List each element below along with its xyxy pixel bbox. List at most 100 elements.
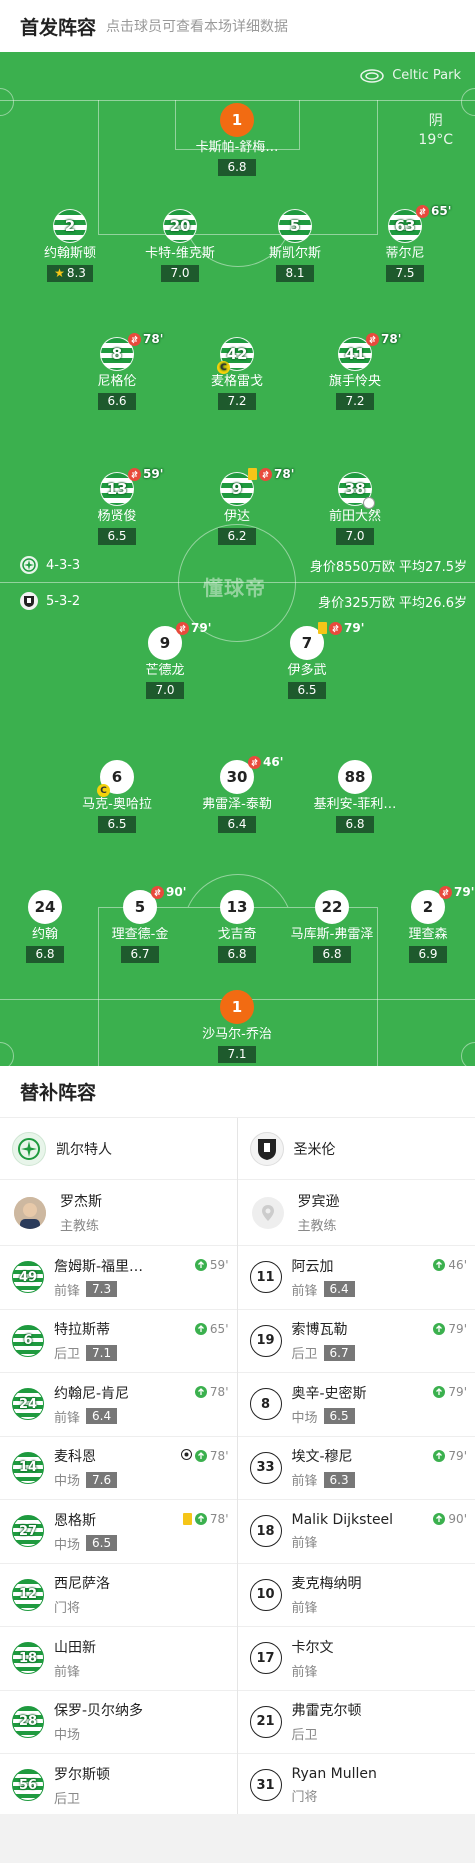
sub-player-rating: 6.4 <box>86 1408 118 1425</box>
sub-player-name: 山田新 <box>54 1639 96 1656</box>
coach-avatar-placeholder-icon <box>251 1196 284 1229</box>
sub-in-icon <box>194 1449 207 1462</box>
sub-player-name: 埃文-穆尼 <box>291 1449 353 1466</box>
rating-wrap: 6.8 <box>305 813 405 833</box>
sub-in-time: 78' <box>180 1448 229 1463</box>
jersey-icon: 13 59' <box>100 467 163 506</box>
sub-player-row[interactable]: 8 奥辛-史密斯 中场 6.5 79' <box>237 1373 475 1437</box>
player-marker[interactable]: 13 59' 杨贤俊 6.5 <box>67 467 167 545</box>
player-marker[interactable]: 2 约翰斯顿 ★ 8.3 <box>20 209 120 282</box>
player-name: 弗雷泽-泰勒 <box>202 797 272 812</box>
sub-player-rating: 7.1 <box>86 1344 118 1361</box>
sub-player-row[interactable]: 33 埃文-穆尼 前锋 6.3 79' <box>237 1437 475 1500</box>
player-marker[interactable]: 1 沙马尔-乔治 7.1 <box>187 990 287 1063</box>
sub-player-position: 前锋 <box>292 1532 394 1551</box>
player-marker[interactable]: 30 46' 弗雷泽-泰勒 6.4 <box>187 755 287 833</box>
jersey-number: 8 <box>111 345 123 363</box>
sub-in-time: 79' <box>433 1322 467 1336</box>
sub-player-row[interactable]: 10 麦克梅纳明 前锋 <box>237 1564 475 1627</box>
sub-player-row[interactable]: 18 Malik Dijksteel 前锋 90' <box>237 1500 475 1564</box>
sub-player-row[interactable]: 24 约翰尼-肯尼 前锋 6.4 78' <box>0 1373 237 1437</box>
position-label: 前锋 <box>291 1664 318 1680</box>
venue: Celtic Park <box>360 68 461 83</box>
player-marker[interactable]: 63 65' 蒂尔尼 7.5 <box>355 204 455 282</box>
away-team-line[interactable]: 圣米伦 <box>237 1118 475 1180</box>
jersey-number: 88 <box>344 768 366 786</box>
sub-player-row[interactable]: 14 麦科恩 中场 7.6 78' <box>0 1437 237 1500</box>
sub-player-row[interactable]: 12 西尼萨洛 门将 <box>0 1564 237 1627</box>
player-marker[interactable]: 88 基利安-菲利… 6.8 <box>305 760 405 833</box>
player-marker[interactable]: 5 90' 理查德-金 6.7 <box>90 885 190 963</box>
sub-player-info: 恩格斯 中场 6.5 <box>54 1510 118 1553</box>
jersey-number: 9 <box>159 634 171 652</box>
sub-time: 90' <box>166 885 187 899</box>
player-name: 斯凯尔斯 <box>268 246 321 261</box>
jersey-number: 30 <box>226 768 248 786</box>
player-marker[interactable]: 5 斯凯尔斯 8.1 <box>245 209 345 282</box>
sub-player-row[interactable]: 6 特拉斯蒂 后卫 7.1 65' <box>0 1310 237 1373</box>
player-marker[interactable]: 2 79' 理查森 6.9 <box>378 885 475 963</box>
page-subtitle: 点击球员可查看本场详细数据 <box>106 19 289 35</box>
sub-player-rating: 7.3 <box>86 1281 118 1298</box>
away-team-row[interactable]: 5-3-2 身价325万欧 平均26.6岁 <box>20 590 467 612</box>
player-marker[interactable]: 20 卡特-维克斯 7.0 <box>130 209 230 282</box>
rating-wrap: 7.5 <box>355 262 455 282</box>
sub-player-position: 中场 7.6 <box>54 1470 118 1489</box>
position-label: 后卫 <box>291 1347 318 1363</box>
player-marker[interactable]: 42 C 麦格雷戈 7.2 <box>187 337 287 410</box>
sub-player-row[interactable]: 28 保罗-贝尔纳多 中场 <box>0 1691 237 1754</box>
jersey-icon: 1 <box>220 103 254 137</box>
away-coach[interactable]: 罗宾逊 主教练 <box>237 1180 475 1246</box>
sub-in-minute: 79' <box>448 1448 467 1463</box>
sub-player-row[interactable]: 31 Ryan Mullen 门将 <box>237 1754 475 1818</box>
player-marker[interactable]: 9 79' 芒德龙 7.0 <box>115 621 215 699</box>
substitution-icon <box>128 467 141 481</box>
sub-in-minute: 59' <box>209 1258 229 1272</box>
sub-player-row[interactable]: 19 索博瓦勒 后卫 6.7 79' <box>237 1310 475 1373</box>
jersey-icon: 8 78' <box>100 332 163 371</box>
player-marker[interactable]: 6 C 马克-奥哈拉 6.5 <box>67 760 167 833</box>
sub-player-row[interactable]: 11 阿云加 前锋 6.4 46' <box>237 1246 475 1310</box>
player-marker[interactable]: 22 马库斯-弗雷泽 6.8 <box>282 890 382 963</box>
ball-icon <box>180 1448 192 1463</box>
rating-value: 8.3 <box>66 266 86 280</box>
sub-in-minute: 46' <box>448 1258 467 1272</box>
player-rating: 6.5 <box>288 682 326 699</box>
player-marker[interactable]: 13 戈吉奇 6.8 <box>187 890 287 963</box>
corner-arc <box>0 1042 14 1066</box>
away-coach-name: 罗宾逊 <box>297 1194 340 1210</box>
rating-wrap: 7.2 <box>187 390 287 410</box>
player-marker[interactable]: 8 78' 尼格伦 6.6 <box>67 332 167 410</box>
player-marker[interactable]: 41 78' 旗手怜央 7.2 <box>305 332 405 410</box>
rating-wrap: 6.8 <box>187 156 287 176</box>
sub-player-row[interactable]: 21 弗雷克尔顿 后卫 <box>237 1691 475 1754</box>
sub-player-position: 前锋 6.4 <box>292 1280 355 1299</box>
player-name: 卡斯帕-舒梅… <box>195 140 279 155</box>
jersey-icon: 24 <box>28 890 62 924</box>
player-marker[interactable]: 7 79' 伊多武 6.5 <box>257 621 364 699</box>
jersey-number: 1 <box>231 111 243 129</box>
home-team-line[interactable]: 凯尔特人 <box>0 1118 237 1180</box>
player-name: 沙马尔-乔治 <box>202 1027 272 1042</box>
sub-player-row[interactable]: 49 詹姆斯-福里… 前锋 7.3 59' <box>0 1246 237 1310</box>
sub-player-row[interactable]: 17 卡尔文 前锋 <box>237 1627 475 1691</box>
sub-player-position: 后卫 6.7 <box>292 1343 355 1362</box>
position-label: 后卫 <box>54 1347 81 1363</box>
sub-in-icon <box>194 1513 207 1525</box>
sub-player-row[interactable]: 56 罗尔斯顿 后卫 <box>0 1754 237 1818</box>
home-coach[interactable]: 罗杰斯 主教练 <box>0 1180 237 1246</box>
jersey-icon: 9 79' <box>148 621 211 660</box>
sub-player-name: Ryan Mullen <box>291 1765 377 1782</box>
player-marker[interactable]: 9 78' 伊达 6.2 <box>187 467 294 545</box>
sub-player-row[interactable]: 18 山田新 前锋 <box>0 1627 237 1691</box>
player-marker[interactable]: 38 前田大然 7.0 <box>305 472 405 545</box>
sub-player-row[interactable]: 27 恩格斯 中场 6.5 78' <box>0 1500 237 1564</box>
sub-player-name: 卡尔文 <box>291 1639 334 1656</box>
sub-time: 78' <box>381 332 402 346</box>
position-label: 前锋 <box>291 1474 318 1490</box>
home-team-row[interactable]: 4-3-3 身价8550万欧 平均27.5岁 <box>20 554 467 576</box>
player-marker[interactable]: 24 约翰 6.8 <box>0 890 95 963</box>
jersey-number: 7 <box>301 634 313 652</box>
sub-player-name: 罗尔斯顿 <box>54 1766 110 1783</box>
player-marker[interactable]: 1 卡斯帕-舒梅… 6.8 <box>187 103 287 176</box>
